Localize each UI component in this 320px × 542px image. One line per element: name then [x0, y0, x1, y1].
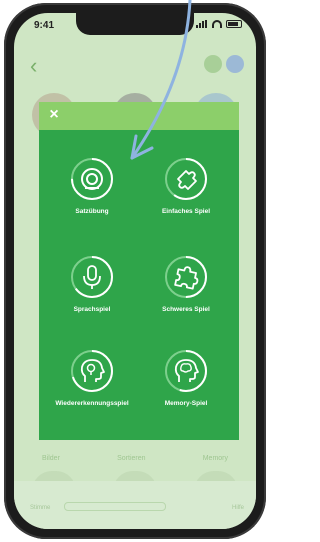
signal-icon [196, 20, 208, 28]
progress-ring [69, 254, 115, 300]
volume-slider[interactable] [64, 502, 166, 511]
top-right-controls [204, 55, 244, 73]
back-button[interactable]: ‹ [30, 55, 37, 77]
tile-satzuebung[interactable]: Satzübung [47, 156, 137, 215]
avatar-secondary[interactable] [226, 55, 244, 73]
close-icon[interactable]: × [45, 106, 63, 124]
progress-ring [163, 156, 209, 202]
bottom-left-label: Stimme [30, 505, 51, 511]
tile-label: Memory-Spiel [164, 400, 208, 407]
battery-icon [226, 20, 242, 28]
bottom-bar: Stimme Hilfe [14, 481, 256, 529]
notch [76, 13, 194, 35]
background-label: Sortieren [117, 455, 146, 462]
background-label: Bilder [42, 455, 60, 462]
progress-ring [163, 348, 209, 394]
tile-label: Schweres Spiel [162, 306, 210, 313]
puzzle-piece-icon [165, 256, 207, 298]
brain-head-icon [165, 350, 207, 392]
bottom-right-label: Hilfe [231, 505, 244, 511]
microphone-icon [71, 256, 113, 298]
game-selection-modal: × Satzübung Einfaches Spiel Sprachspiel … [39, 102, 239, 440]
tile-label: Einfaches Spiel [161, 208, 211, 215]
progress-ring [163, 254, 209, 300]
tile-label: Wiedererkennungsspiel [55, 400, 129, 407]
progress-ring [69, 156, 115, 202]
puzzle-piece-icon [165, 158, 207, 200]
status-time: 9:41 [34, 20, 55, 31]
target-icon [71, 158, 113, 200]
background-label: Memory [202, 455, 228, 462]
progress-ring [69, 348, 115, 394]
tile-label: Satzübung [75, 208, 109, 215]
modal-header: × [39, 102, 239, 130]
brain-head-icon [71, 350, 113, 392]
tile-schweres-spiel[interactable]: Schweres Spiel [141, 254, 231, 313]
tile-wiedererkennungsspiel[interactable]: Wiedererkennungsspiel [47, 348, 137, 407]
tile-label: Sprachspiel [73, 306, 111, 313]
background-labels: Bilder Sortieren Memory [42, 455, 228, 462]
status-icons [196, 20, 242, 28]
tile-sprachspiel[interactable]: Sprachspiel [47, 254, 137, 313]
tile-einfaches-spiel[interactable]: Einfaches Spiel [141, 156, 231, 215]
tile-memory-spiel[interactable]: Memory-Spiel [141, 348, 231, 407]
wifi-icon [212, 20, 222, 28]
avatar[interactable] [204, 55, 222, 73]
